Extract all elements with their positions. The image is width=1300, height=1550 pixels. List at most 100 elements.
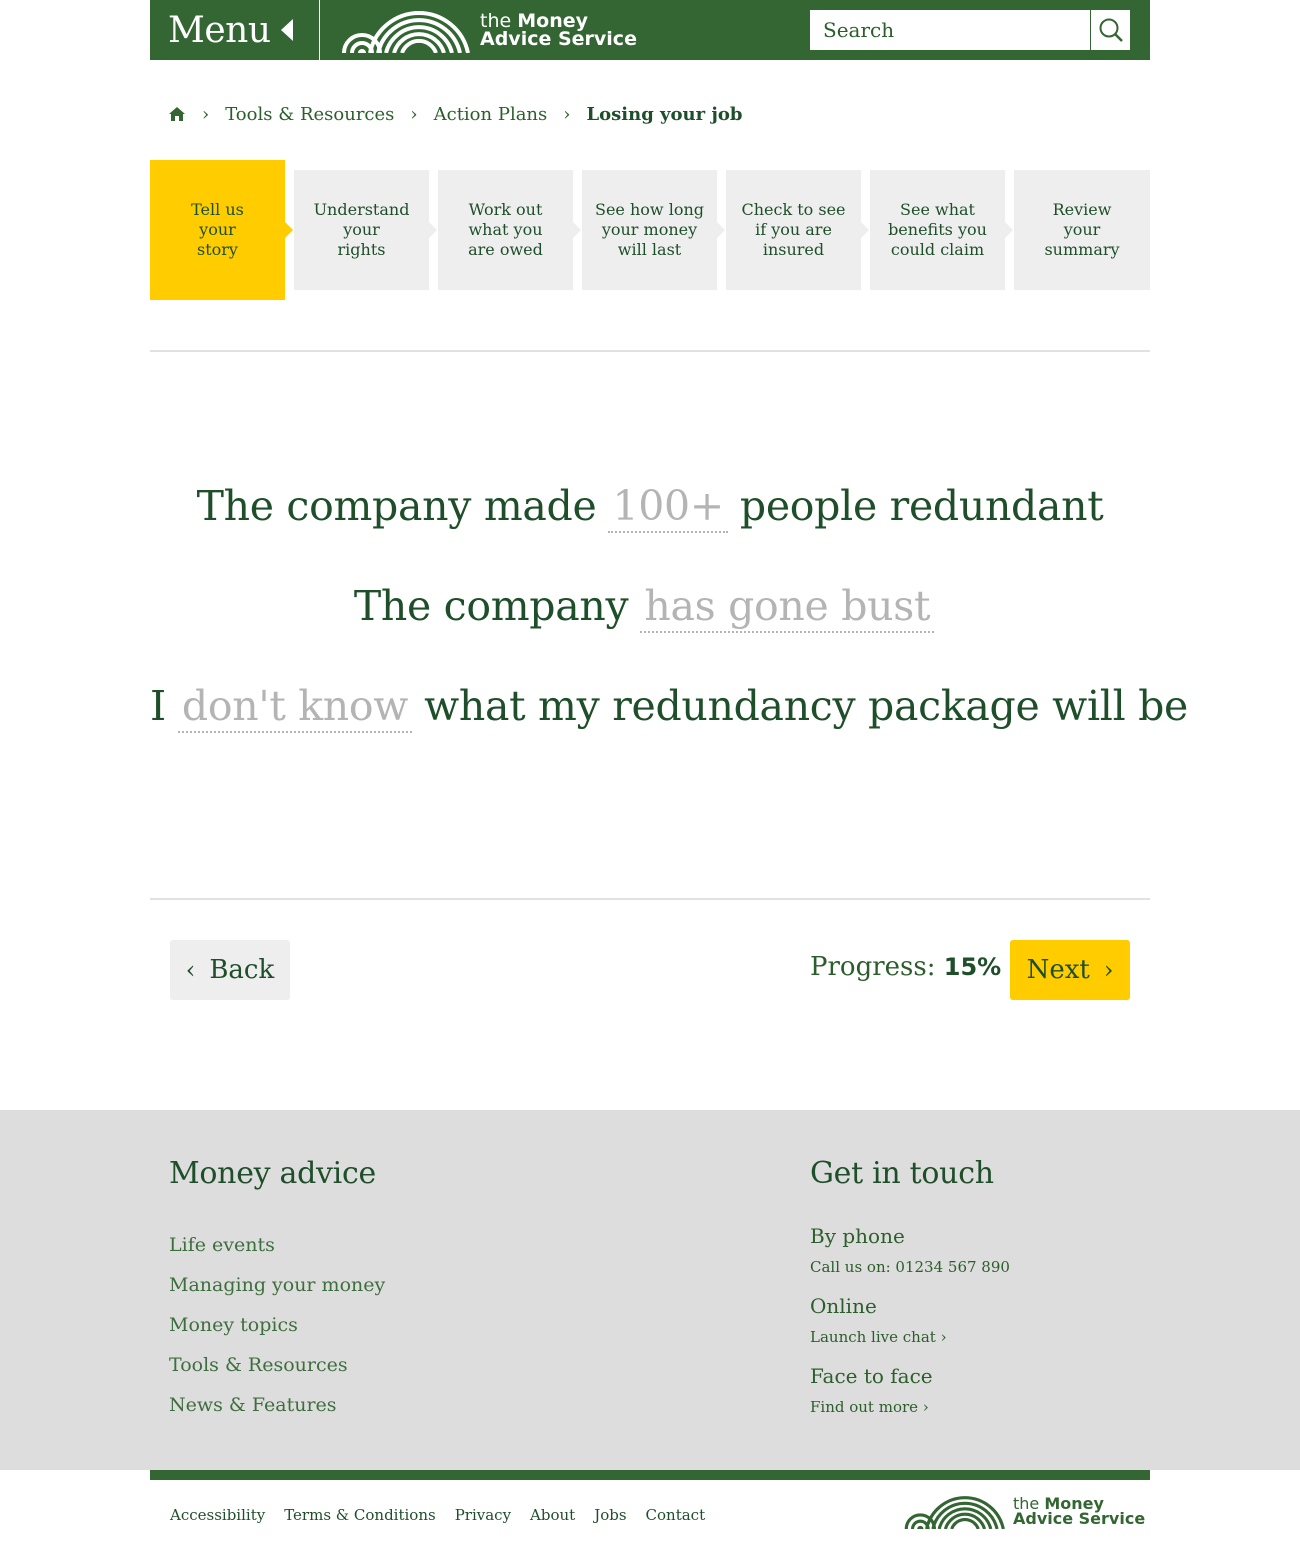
live-chat-link[interactable]: Launch live chat ›	[810, 1328, 947, 1346]
step-work-out-owed[interactable]: Work out what you are owed	[438, 170, 581, 290]
step-arrow	[285, 222, 293, 238]
rainbow-arcs-logo-icon	[904, 1496, 1005, 1529]
link-privacy[interactable]: Privacy	[455, 1506, 511, 1524]
home-icon[interactable]	[168, 106, 186, 122]
breadcrumb-tools-resources[interactable]: Tools & Resources	[225, 104, 394, 125]
step-label-line: your	[1063, 220, 1101, 239]
progress-value: 15%	[943, 953, 1002, 981]
step-arrow	[1005, 222, 1013, 238]
rainbow-arcs-logo-icon	[342, 10, 470, 53]
divider	[150, 898, 1150, 900]
step-label-line: will last	[617, 240, 682, 259]
story-sentence-redundant: The company made 100+ people redundant	[150, 482, 1150, 533]
footer-logo[interactable]: the Money Advice Service	[903, 1493, 1145, 1529]
step-benefits[interactable]: See what benefits you could claim	[870, 170, 1013, 290]
footer-bar	[150, 1470, 1150, 1480]
step-label-line: are owed	[468, 240, 543, 259]
search-form	[810, 10, 1130, 50]
breadcrumb-separator: ›	[410, 103, 418, 125]
search-button[interactable]	[1090, 10, 1130, 50]
back-button[interactable]: ‹ Back	[170, 940, 290, 1000]
step-money-last[interactable]: See how long your money will last	[582, 170, 725, 290]
money-advice-heading: Money advice	[169, 1156, 376, 1191]
back-label: Back	[209, 955, 275, 985]
site-logo[interactable]: the Money Advice Service	[340, 4, 637, 56]
divider	[150, 350, 1150, 352]
step-label-line: if you are	[755, 220, 832, 239]
step-check-insured[interactable]: Check to see if you are insured	[726, 170, 869, 290]
footer-link-managing-money[interactable]: Managing your money	[169, 1265, 385, 1305]
redundancy-count-select[interactable]: 100+	[608, 485, 728, 533]
by-phone-heading: By phone	[810, 1224, 905, 1248]
chevron-left-icon: ‹	[185, 956, 196, 984]
step-label-line: insured	[762, 240, 825, 259]
online-heading: Online	[810, 1294, 877, 1318]
step-label-line: Review	[1052, 200, 1112, 219]
sentence-text: people redundant	[739, 482, 1104, 530]
logo-advice-service: Advice Service	[480, 28, 637, 50]
next-button[interactable]: Next ›	[1010, 940, 1130, 1000]
footer-link-tools-resources[interactable]: Tools & Resources	[169, 1345, 385, 1385]
step-label-line: could claim	[890, 240, 985, 259]
progress-label: Progress:	[810, 952, 936, 982]
step-arrow	[573, 222, 581, 238]
story-sentence-company-status: The company has gone bust	[150, 582, 1150, 633]
breadcrumb-separator: ›	[563, 103, 571, 125]
phone-number[interactable]: Call us on: 01234 567 890	[810, 1258, 1010, 1276]
step-label-line: Tell us	[191, 200, 244, 219]
package-knowledge-select[interactable]: don't know	[177, 685, 413, 733]
step-label-line: benefits you	[888, 220, 987, 239]
step-tell-your-story[interactable]: Tell us your story	[150, 160, 293, 300]
step-label-line: summary	[1044, 240, 1120, 259]
link-terms[interactable]: Terms & Conditions	[284, 1506, 435, 1524]
chevron-right-icon: ›	[1103, 956, 1114, 984]
step-label-line: See how long	[595, 200, 704, 219]
sentence-text: I	[150, 682, 166, 730]
breadcrumb-separator: ›	[202, 103, 210, 125]
step-arrow	[429, 222, 437, 238]
site-header: Menu the Money Advice Service	[150, 0, 1150, 60]
legal-links: Accessibility Terms & Conditions Privacy…	[170, 1506, 724, 1524]
link-about[interactable]: About	[530, 1506, 575, 1524]
money-advice-links: Life events Managing your money Money to…	[169, 1225, 385, 1425]
link-contact[interactable]: Contact	[646, 1506, 706, 1524]
step-review-summary[interactable]: Review your summary	[1014, 170, 1150, 290]
get-in-touch-heading: Get in touch	[810, 1156, 994, 1191]
step-label-line: Check to see	[741, 200, 846, 219]
step-label-line: your money	[601, 220, 698, 239]
step-label-line: Understand	[313, 200, 410, 219]
triangle-left-icon	[280, 19, 293, 41]
step-label-line: your	[199, 220, 236, 239]
logo-advice-service: Advice Service	[1013, 1509, 1146, 1528]
progress-indicator: Progress: 15%	[810, 952, 1001, 982]
step-understand-rights[interactable]: Understand your rights	[294, 170, 437, 290]
step-label-line: story	[197, 240, 238, 259]
step-navigation: Tell us your story Understand your rights Wo…	[150, 160, 1150, 300]
site-footer: Money advice Life events Managing your m…	[0, 1110, 1300, 1470]
step-label-line: See what	[900, 200, 975, 219]
step-label-line: rights	[337, 240, 386, 259]
footer-link-money-topics[interactable]: Money topics	[169, 1305, 385, 1345]
footer-link-news-features[interactable]: News & Features	[169, 1385, 385, 1425]
breadcrumb-current: Losing your job	[586, 103, 743, 125]
step-label-line: Work out	[468, 200, 543, 219]
step-arrow	[861, 222, 869, 238]
company-status-select[interactable]: has gone bust	[640, 585, 935, 633]
step-arrow	[717, 222, 725, 238]
menu-label: Menu	[168, 9, 271, 51]
sentence-text: The company	[353, 582, 629, 630]
link-accessibility[interactable]: Accessibility	[170, 1506, 265, 1524]
search-input[interactable]	[810, 10, 1090, 50]
next-label: Next	[1026, 955, 1090, 985]
footer-link-life-events[interactable]: Life events	[169, 1225, 385, 1265]
breadcrumb-action-plans[interactable]: Action Plans	[434, 104, 548, 125]
sentence-text: The company made	[196, 482, 597, 530]
link-jobs[interactable]: Jobs	[594, 1506, 626, 1524]
find-out-more-link[interactable]: Find out more ›	[810, 1398, 929, 1416]
search-icon	[1099, 18, 1123, 42]
step-label-line: your	[343, 220, 380, 239]
face-to-face-heading: Face to face	[810, 1364, 933, 1388]
sentence-text: what my redundancy package will be	[424, 682, 1189, 730]
menu-button[interactable]: Menu	[150, 0, 320, 60]
breadcrumb: › Tools & Resources › Action Plans › Los…	[168, 100, 742, 128]
